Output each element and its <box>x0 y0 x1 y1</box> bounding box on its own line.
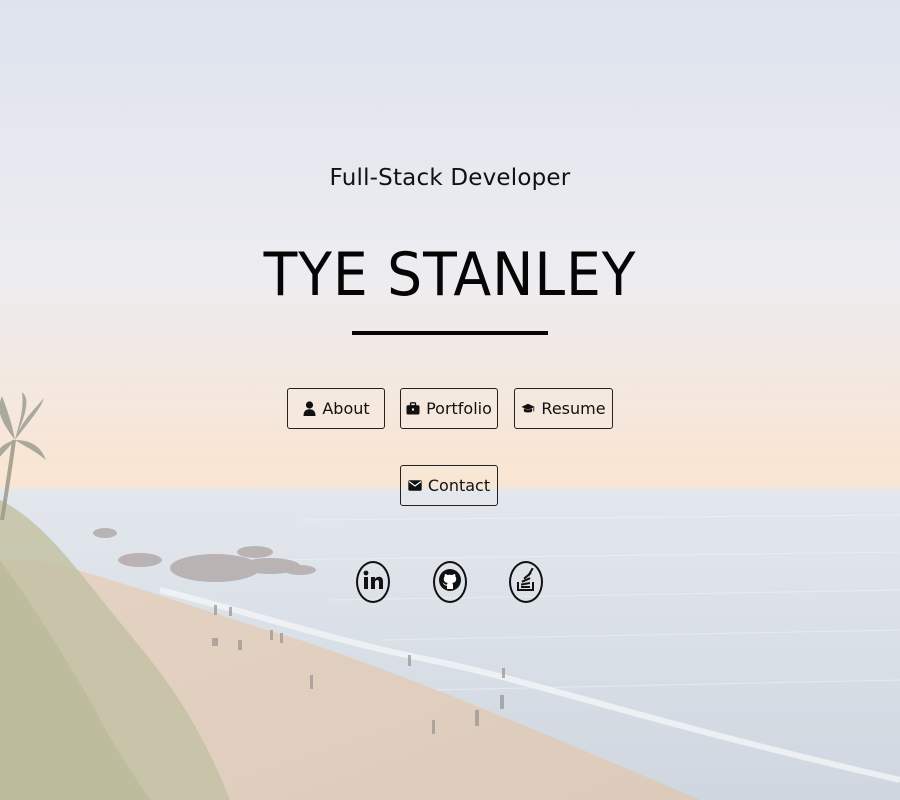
user-icon <box>302 401 316 416</box>
linkedin-icon <box>362 569 384 595</box>
job-title: Full-Stack Developer <box>329 165 571 191</box>
envelope-icon <box>408 479 422 493</box>
github-icon <box>438 568 462 596</box>
about-label: About <box>322 399 370 418</box>
title-underline <box>352 331 548 335</box>
about-button[interactable]: About <box>287 388 385 429</box>
page-title: TYE STANLEY <box>263 240 637 310</box>
portfolio-button[interactable]: Portfolio <box>400 388 498 429</box>
resume-button[interactable]: Resume <box>514 388 613 429</box>
contact-label: Contact <box>427 476 491 495</box>
briefcase-icon <box>406 402 420 416</box>
portfolio-label: Portfolio <box>426 399 492 418</box>
stackoverflow-link[interactable] <box>509 561 543 603</box>
linkedin-link[interactable] <box>356 561 390 603</box>
github-link[interactable] <box>433 561 467 603</box>
resume-label: Resume <box>541 399 606 418</box>
hero-section: Full-Stack Developer TYE STANLEY About P… <box>0 0 900 800</box>
stackoverflow-icon <box>515 567 537 596</box>
graduation-cap-icon <box>521 402 536 416</box>
contact-button[interactable]: Contact <box>400 465 498 506</box>
